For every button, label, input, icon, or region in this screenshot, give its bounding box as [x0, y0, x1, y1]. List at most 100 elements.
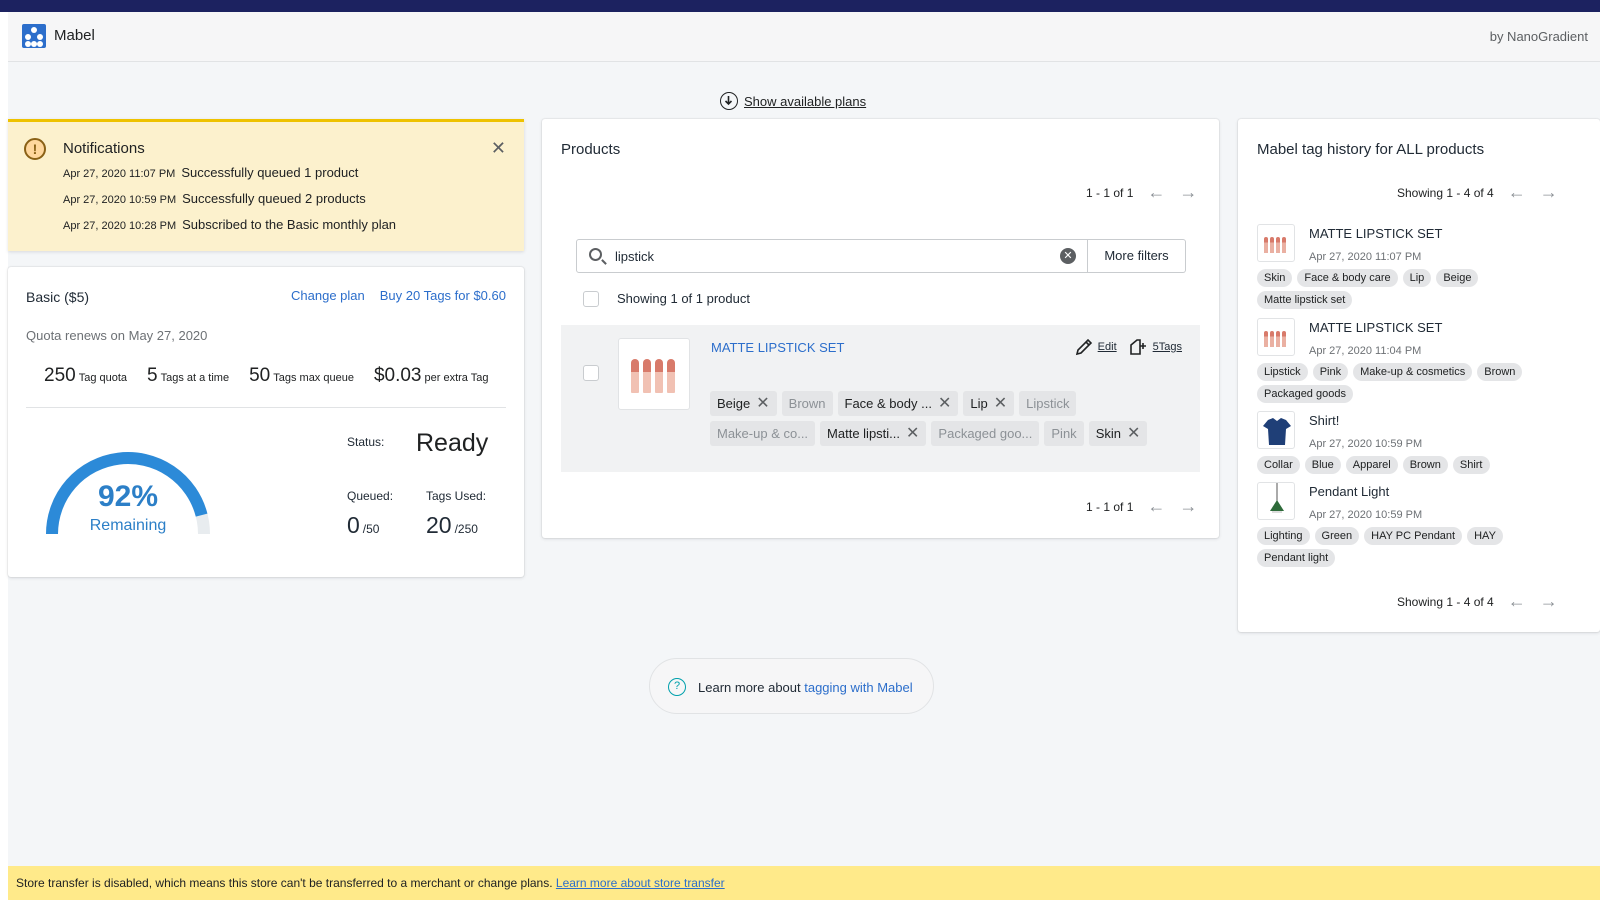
download-circle-icon — [720, 92, 738, 110]
history-tag: Lighting — [1257, 527, 1310, 545]
show-plans-label: Show available plans — [744, 93, 867, 109]
product-tag[interactable]: Skin ✕ — [1088, 421, 1148, 446]
notification-item: Apr 27, 2020 10:59 PM Successfully queued… — [63, 191, 366, 206]
history-tag: Lip — [1402, 269, 1432, 287]
product-tag[interactable]: Lipstick — [1019, 391, 1077, 416]
product-name-link[interactable]: MATTE LIPSTICK SET — [711, 340, 844, 355]
divider — [26, 407, 506, 408]
history-tag: Collar — [1257, 456, 1300, 474]
learn-more-text: Learn more about — [698, 680, 805, 695]
notifications-banner: ! Notifications ✕ Apr 27, 2020 11:07 PM S… — [8, 119, 524, 251]
store-transfer-banner: Store transfer is disabled, which means … — [8, 866, 1600, 900]
product-row: MATTE LIPSTICK SET Edit 5Tags Beige ✕ Brow… — [561, 325, 1200, 472]
pencil-icon — [1075, 338, 1092, 356]
arrow-left-icon[interactable]: ← — [1508, 182, 1526, 203]
remove-tag-icon[interactable]: ✕ — [906, 421, 919, 446]
close-icon[interactable]: ✕ — [491, 138, 506, 159]
product-tag[interactable]: Packaged goo... — [931, 421, 1040, 446]
stat-extra-tag-price: $0.03 per extra Tag — [373, 365, 489, 386]
arrow-left-icon[interactable]: ← — [1508, 591, 1526, 612]
remove-tag-icon[interactable]: ✕ — [1127, 421, 1140, 446]
history-date: Apr 27, 2020 10:59 PM — [1309, 509, 1423, 521]
more-filters-button[interactable]: More filters — [1088, 239, 1186, 273]
queued-value: 0/50 — [347, 512, 380, 538]
arrow-right-icon[interactable]: → — [1540, 591, 1558, 612]
remove-tag-icon[interactable]: ✕ — [994, 391, 1007, 416]
products-pager-bottom: 1 - 1 of 1 ← → — [1086, 496, 1197, 517]
history-tags: Lighting Green HAY PC Pendant HAY Pendant li… — [1257, 527, 1557, 567]
remove-tag-icon[interactable]: ✕ — [756, 391, 769, 416]
buy-tags-link[interactable]: Buy 20 Tags for $0.60 — [380, 288, 506, 303]
history-tags: Lipstick Pink Make-up & cosmetics Brown Pack… — [1257, 363, 1557, 403]
product-tag[interactable]: Brown — [781, 391, 833, 416]
history-thumbnail — [1257, 318, 1295, 356]
arrow-left-icon[interactable]: ← — [1147, 496, 1165, 517]
edit-action[interactable]: Edit — [1074, 337, 1117, 357]
help-circle-icon: ? — [668, 678, 686, 696]
pager-text: 1 - 1 of 1 — [1086, 499, 1134, 514]
pager-text: Showing 1 - 4 of 4 — [1397, 185, 1494, 200]
showing-count: Showing 1 of 1 product — [617, 291, 750, 306]
search-input[interactable]: lipstick ✕ — [576, 239, 1088, 273]
select-all-checkbox[interactable] — [583, 291, 599, 307]
status-label: Status: — [347, 435, 385, 449]
quota-gauge: 92% Remaining — [38, 442, 218, 545]
product-tag[interactable]: Matte lipsti... ✕ — [820, 421, 927, 446]
product-tag[interactable]: Make-up & co... — [710, 421, 816, 446]
arrow-right-icon[interactable]: → — [1540, 182, 1558, 203]
history-product-name: MATTE LIPSTICK SET — [1309, 226, 1443, 241]
history-date: Apr 27, 2020 11:04 PM — [1309, 345, 1422, 357]
product-tag[interactable]: Lip ✕ — [963, 391, 1015, 416]
store-transfer-link[interactable]: Learn more about store transfer — [556, 876, 725, 890]
history-tag: Brown — [1477, 363, 1523, 381]
history-pager-bottom: Showing 1 - 4 of 4 ← → — [1397, 591, 1558, 612]
banner-text: Store transfer is disabled, which means … — [16, 876, 556, 890]
history-tag: HAY — [1467, 527, 1503, 545]
history-tag: Beige — [1436, 269, 1479, 287]
history-tag: Shirt — [1452, 456, 1490, 474]
tag-history-card: Mabel tag history for ALL products Showi… — [1238, 119, 1600, 632]
product-tag[interactable]: Beige ✕ — [710, 391, 777, 416]
learn-more-pill: ? Learn more about tagging with Mabel — [649, 658, 934, 714]
history-tags: Skin Face & body care Lip Beige Matte lipsti… — [1257, 269, 1557, 309]
clear-search-icon[interactable]: ✕ — [1060, 248, 1076, 264]
app-name: Mabel — [54, 27, 95, 44]
products-card: Products 1 - 1 of 1 ← → lipstick ✕ More … — [542, 119, 1219, 538]
history-tag: Pendant light — [1257, 549, 1336, 567]
plan-stats: 250 Tag quota 5 Tags at a time 50 Tags max … — [44, 365, 489, 387]
app-header: Mabel by NanoGradient — [8, 12, 1600, 62]
remove-tag-icon[interactable]: ✕ — [938, 391, 951, 416]
history-tag: HAY PC Pendant — [1364, 527, 1463, 545]
pager-text: Showing 1 - 4 of 4 — [1397, 594, 1494, 609]
history-tag: Pink — [1312, 363, 1349, 381]
product-checkbox[interactable] — [583, 365, 599, 381]
status-value: Ready — [416, 429, 489, 457]
change-plan-link[interactable]: Change plan — [291, 288, 365, 303]
tags-action[interactable]: 5Tags — [1129, 337, 1182, 357]
queued-label: Queued: — [347, 489, 394, 503]
history-thumbnail — [1257, 224, 1295, 262]
history-tag: Face & body care — [1297, 269, 1398, 287]
quota-renew-text: Quota renews on May 27, 2020 — [26, 328, 208, 343]
products-pager-top: 1 - 1 of 1 ← → — [1086, 182, 1197, 203]
history-title: Mabel tag history for ALL products — [1257, 141, 1485, 158]
history-tag: Blue — [1304, 456, 1341, 474]
tagging-help-link[interactable]: tagging with Mabel — [804, 680, 912, 695]
product-tag[interactable]: Pink — [1044, 421, 1084, 446]
plan-name: Basic ($5) — [26, 289, 90, 305]
history-tag: Matte lipstick set — [1257, 291, 1353, 309]
top-bar — [0, 0, 1600, 12]
stat-tags-at-a-time: 5 Tags at a time — [147, 365, 230, 386]
show-plans-link[interactable]: Show available plans — [720, 92, 866, 110]
pager-text: 1 - 1 of 1 — [1086, 185, 1134, 200]
history-tag: Apparel — [1345, 456, 1398, 474]
product-tag[interactable]: Face & body ... ✕ — [837, 391, 959, 416]
arrow-left-icon[interactable]: ← — [1147, 182, 1165, 203]
history-thumbnail — [1257, 482, 1295, 520]
search-icon — [589, 248, 602, 261]
arrow-right-icon[interactable]: → — [1179, 496, 1197, 517]
product-image — [618, 338, 690, 410]
left-strip — [0, 12, 8, 900]
history-tags: Collar Blue Apparel Brown Shirt — [1257, 456, 1557, 474]
arrow-right-icon[interactable]: → — [1179, 182, 1197, 203]
